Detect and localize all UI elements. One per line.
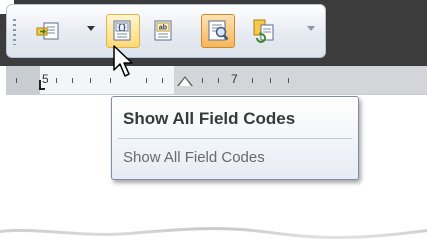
- highlight-fields-button[interactable]: [201, 14, 235, 48]
- field-code-icon: {}: [113, 20, 131, 41]
- torn-page-edge: [0, 227, 427, 250]
- ruler-tick: [146, 78, 147, 83]
- field-result-glyph: ab: [159, 25, 167, 32]
- tab-stop-marker[interactable]: [39, 80, 45, 90]
- indent-marker[interactable]: [179, 78, 191, 86]
- button-tooltip: Show All Field Codes Show All Field Code…: [111, 96, 359, 180]
- update-fields-dropdown-arrow[interactable]: [307, 26, 315, 31]
- ruler-number: 7: [231, 72, 238, 86]
- field-results-icon: ab: [154, 20, 172, 41]
- tooltip-title: Show All Field Codes: [123, 109, 296, 128]
- ruler-tick: [90, 78, 91, 83]
- tooltip-description: Show All Field Codes: [123, 149, 265, 166]
- ruler-tick: [56, 78, 57, 83]
- ruler-tick: [270, 78, 271, 83]
- ruler-tick: [110, 78, 111, 83]
- ruler-tick: [288, 78, 289, 83]
- ruler-tick: [16, 78, 17, 83]
- insert-field-dropdown-arrow[interactable]: [87, 26, 95, 31]
- ruler-margin-right: [174, 66, 427, 94]
- ruler-tick: [218, 78, 219, 83]
- show-field-codes-button[interactable]: {}: [106, 14, 140, 48]
- insert-field-icon: [36, 22, 59, 40]
- ruler-tick: [162, 78, 163, 83]
- tooltip-divider: [118, 138, 352, 139]
- ruler-tick: [72, 78, 73, 83]
- show-field-results-button[interactable]: ab: [147, 14, 181, 48]
- ruler-tick: [252, 78, 253, 83]
- horizontal-ruler[interactable]: 5 7: [6, 66, 427, 95]
- insert-field-button[interactable]: [31, 14, 65, 48]
- update-fields-button[interactable]: [247, 14, 281, 48]
- ruler-margin-left: [6, 66, 40, 94]
- field-code-glyph: {}: [118, 25, 126, 33]
- ruler-tick: [202, 78, 203, 83]
- mouse-pointer-icon: [113, 45, 133, 77]
- highlight-fields-icon: [208, 20, 229, 41]
- toolbar-grip[interactable]: [13, 19, 16, 45]
- update-fields-icon: [253, 19, 274, 43]
- fields-toolbar: {} ab: [6, 4, 326, 58]
